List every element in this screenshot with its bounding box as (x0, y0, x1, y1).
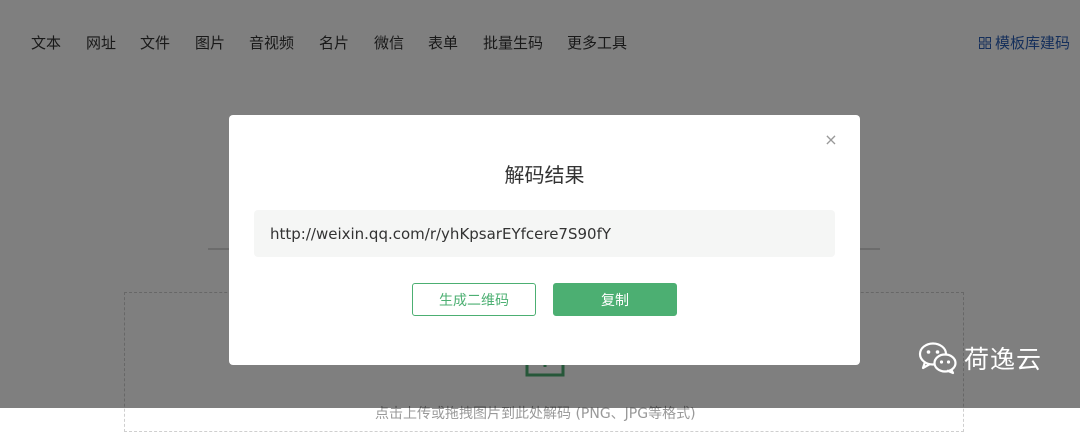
copy-button[interactable]: 复制 (553, 283, 677, 316)
close-icon[interactable]: × (824, 132, 838, 148)
decode-result-text[interactable]: http://weixin.qq.com/r/yhKpsarEYfcere7S9… (270, 225, 611, 243)
generate-qrcode-button[interactable]: 生成二维码 (412, 283, 536, 316)
wechat-icon (918, 342, 957, 375)
decode-result-dialog: × 解码结果 http://weixin.qq.com/r/yhKpsarEYf… (229, 115, 860, 365)
decode-result-box[interactable]: http://weixin.qq.com/r/yhKpsarEYfcere7S9… (254, 210, 835, 257)
watermark: 荷逸云 (918, 340, 1042, 376)
watermark-text: 荷逸云 (964, 345, 1043, 374)
dialog-title: 解码结果 (504, 163, 585, 187)
